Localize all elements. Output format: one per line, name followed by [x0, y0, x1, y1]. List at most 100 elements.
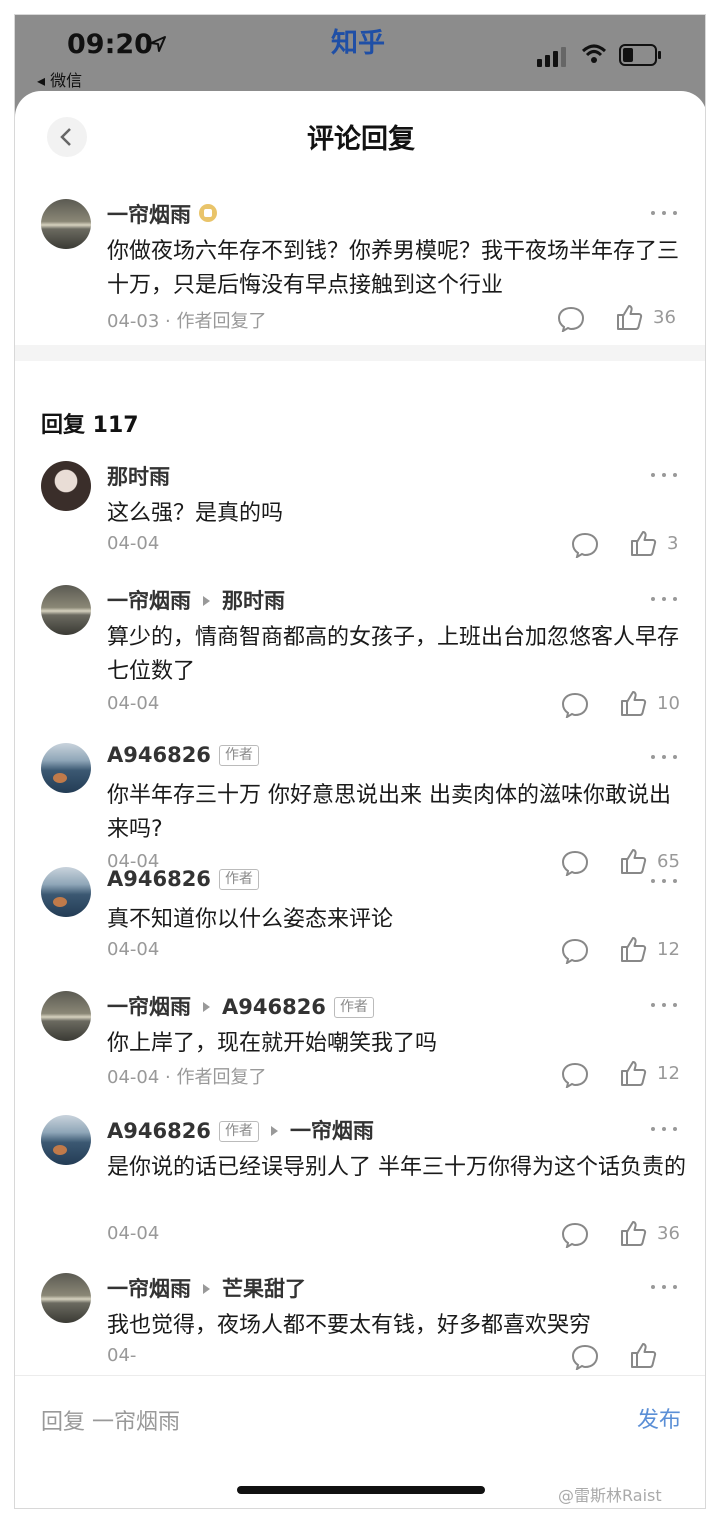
- more-options-button[interactable]: [651, 753, 677, 761]
- reply-text: 是你说的话已经误导别人了 半年三十万你得为这个话负责的: [107, 1155, 686, 1180]
- reply-meta: 04-04 · 作者回复了: [107, 1067, 267, 1088]
- battery-icon: [619, 44, 661, 66]
- avatar[interactable]: [41, 199, 91, 249]
- reply-text: 我也觉得，夜场人都不要太有钱，好多都喜欢哭穷: [107, 1313, 592, 1338]
- reply-text: 你上岸了，现在就开始嘲笑我了吗: [107, 1031, 438, 1056]
- avatar[interactable]: [41, 1115, 91, 1165]
- author-name: 一帘烟雨: [107, 1277, 191, 1301]
- reply-author-line[interactable]: 一帘烟雨 A946826 作者: [107, 991, 374, 1021]
- reply-icon[interactable]: [561, 1062, 589, 1088]
- avatar[interactable]: [41, 1273, 91, 1323]
- replies-count-heading: 回复 117: [41, 413, 139, 438]
- comment-meta: 04-03 · 作者回复了: [107, 311, 267, 332]
- nav-bar: 评论回复: [15, 91, 705, 183]
- reply-icon[interactable]: [557, 306, 585, 332]
- thumbs-up-icon[interactable]: [619, 1219, 647, 1247]
- thumbs-up-icon[interactable]: [619, 935, 647, 963]
- author-name: 一帘烟雨: [107, 589, 191, 613]
- more-options-button[interactable]: [651, 1125, 677, 1133]
- author-name: A946826: [107, 867, 211, 891]
- avatar[interactable]: [41, 991, 91, 1041]
- reply-author-line[interactable]: A946826 作者: [107, 743, 259, 767]
- reply-author-line[interactable]: A946826 作者 一帘烟雨: [107, 1115, 374, 1145]
- author-name: 那时雨: [107, 465, 170, 489]
- like-count: 12: [657, 939, 680, 960]
- home-indicator[interactable]: [237, 1486, 485, 1494]
- reply-meta: 04-04: [107, 533, 160, 554]
- comment-sheet: 评论回复 一帘烟雨 你做夜场六年存不到钱？你养男模呢？我干夜场半年存了三十万，只…: [15, 91, 705, 1508]
- reply-meta: 04-: [107, 1345, 137, 1366]
- reply-icon[interactable]: [571, 532, 599, 558]
- author-tag: 作者: [218, 1121, 259, 1142]
- reply-to-name[interactable]: 那时雨: [222, 589, 285, 613]
- like-count: 65: [657, 851, 680, 872]
- more-options-button[interactable]: [651, 209, 677, 217]
- wifi-icon: [581, 44, 607, 63]
- more-options-button[interactable]: [651, 877, 677, 885]
- reply-text: 你半年存三十万 你好意思说出来 出卖肉体的滋味你敢说出来吗?: [107, 783, 671, 842]
- badge-icon: [199, 204, 217, 222]
- reply-text: 这么强？是真的吗: [107, 501, 284, 526]
- author-tag: 作者: [218, 869, 259, 890]
- page-title: 评论回复: [307, 124, 415, 155]
- reply-to-arrow-icon: [203, 1001, 210, 1012]
- reply-icon[interactable]: [561, 692, 589, 718]
- watermark: @雷斯林Raist: [558, 1486, 662, 1505]
- avatar[interactable]: [41, 461, 91, 511]
- reply-author-line[interactable]: 一帘烟雨 那时雨: [107, 585, 285, 615]
- reply-meta: 04-04: [107, 1223, 160, 1244]
- post-button[interactable]: 发布: [637, 1402, 681, 1434]
- more-options-button[interactable]: [651, 471, 677, 479]
- reply-meta: 04-04: [107, 939, 160, 960]
- like-count: 10: [657, 693, 680, 714]
- reply-text: 算少的，情商智商都高的女孩子，上班出台加忽悠客人早存七位数了: [107, 625, 680, 684]
- comment-text: 你做夜场六年存不到钱？你养男模呢？我干夜场半年存了三十万，只是后悔没有早点接触到…: [107, 239, 680, 298]
- reply-icon[interactable]: [561, 1222, 589, 1248]
- status-time: 09:20: [67, 29, 153, 60]
- more-options-button[interactable]: [651, 1283, 677, 1291]
- comment-author[interactable]: 一帘烟雨: [107, 199, 217, 229]
- more-options-button[interactable]: [651, 1001, 677, 1009]
- like-count: 12: [657, 1063, 680, 1084]
- reply-to-arrow-icon: [203, 1283, 210, 1294]
- reply-author-line[interactable]: 一帘烟雨 芒果甜了: [107, 1273, 306, 1303]
- reply-author-line[interactable]: 那时雨: [107, 461, 170, 491]
- app-brand-title: 知乎: [331, 28, 385, 59]
- thumbs-up-icon[interactable]: [619, 1059, 647, 1087]
- reply-icon[interactable]: [561, 850, 589, 876]
- reply-author-line[interactable]: A946826 作者: [107, 867, 259, 891]
- thumbs-up-icon[interactable]: [619, 689, 647, 717]
- avatar[interactable]: [41, 743, 91, 793]
- reply-to-arrow-icon: [270, 1125, 278, 1136]
- reply-icon[interactable]: [561, 938, 589, 964]
- thumbs-up-icon[interactable]: [629, 1341, 657, 1369]
- cellular-signal-icon: [537, 47, 566, 67]
- avatar[interactable]: [41, 867, 91, 917]
- like-count: 3: [667, 533, 679, 554]
- thumbs-up-icon[interactable]: [615, 303, 643, 331]
- author-name: A946826: [107, 743, 211, 767]
- avatar[interactable]: [41, 585, 91, 635]
- author-name: 一帘烟雨: [107, 995, 191, 1019]
- reply-icon[interactable]: [571, 1344, 599, 1370]
- thumbs-up-icon[interactable]: [619, 847, 647, 875]
- like-count: 36: [657, 1223, 680, 1244]
- author-name: 一帘烟雨: [107, 203, 191, 227]
- like-count: 36: [653, 307, 676, 328]
- reply-meta: 04-04: [107, 693, 160, 714]
- back-to-wechat-link[interactable]: ◂ 微信: [37, 67, 82, 91]
- reply-text: 真不知道你以什么姿态来评论: [107, 907, 394, 932]
- location-arrow-icon: [150, 36, 166, 52]
- section-divider: [15, 345, 705, 361]
- author-tag: 作者: [333, 997, 374, 1018]
- reply-to-name[interactable]: 一帘烟雨: [290, 1119, 374, 1143]
- author-tag: 作者: [218, 745, 259, 766]
- reply-input[interactable]: 回复 一帘烟雨: [41, 1404, 180, 1436]
- more-options-button[interactable]: [651, 595, 677, 603]
- reply-to-name[interactable]: A946826: [222, 995, 326, 1019]
- reply-to-arrow-icon: [203, 595, 210, 606]
- thumbs-up-icon[interactable]: [629, 529, 657, 557]
- reply-to-name[interactable]: 芒果甜了: [222, 1277, 306, 1301]
- author-name: A946826: [107, 1119, 211, 1143]
- phone-screenshot: 09:20 ◂ 微信 知乎 评论回复 一帘烟雨 你做夜场六年存不到钱？你养男模呢…: [14, 14, 706, 1509]
